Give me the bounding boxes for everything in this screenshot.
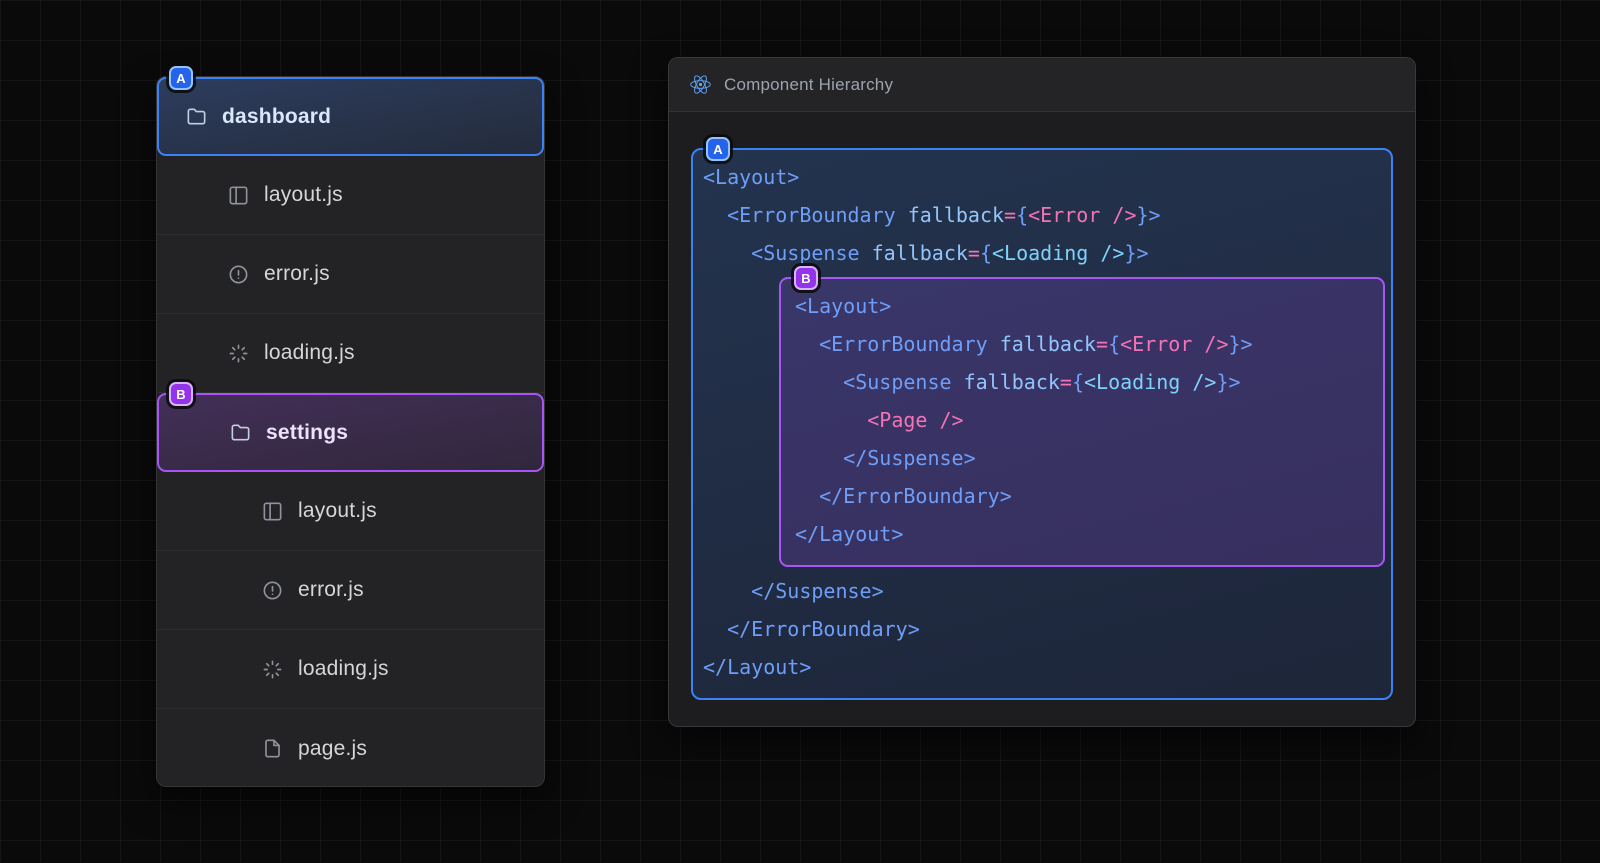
- file-row-error-js: error.js: [157, 235, 544, 314]
- component-hierarchy-panel: Component Hierarchy A <Layout> <ErrorBou…: [668, 57, 1416, 727]
- file-row-layout-js: layout.js: [157, 156, 544, 235]
- layout-icon: [227, 184, 250, 207]
- file-row-page-js: page.js: [157, 709, 544, 788]
- folder-row-dashboard: A dashboard: [157, 77, 544, 156]
- file-row-loading-js: loading.js: [157, 630, 544, 709]
- folder-row-settings: B settings: [157, 393, 544, 472]
- panel-body: A <Layout> <ErrorBoundary fallback={<Err…: [669, 112, 1415, 726]
- file-row-error-js: error.js: [157, 551, 544, 630]
- file-label: error.js: [298, 578, 364, 602]
- file-label: layout.js: [298, 499, 377, 523]
- folder-icon: [185, 105, 208, 128]
- alert-circle-icon: [261, 579, 284, 602]
- file-icon: [261, 737, 284, 760]
- folder-label: dashboard: [222, 105, 331, 129]
- panel-header: Component Hierarchy: [669, 58, 1415, 112]
- code-outer-top: <Layout> <ErrorBoundary fallback={<Error…: [703, 158, 1385, 272]
- loader-icon: [227, 342, 250, 365]
- badge-b: B: [169, 382, 193, 406]
- code-highlight-box-b: B <Layout> <ErrorBoundary fallback={<Err…: [779, 277, 1385, 567]
- panel-title: Component Hierarchy: [724, 75, 893, 95]
- loader-icon: [261, 658, 284, 681]
- file-label: error.js: [264, 262, 330, 286]
- code-outer-bottom: </Suspense> </ErrorBoundary></Layout>: [703, 572, 1385, 686]
- file-row-layout-js: layout.js: [157, 472, 544, 551]
- file-tree: A dashboard layout.js error.js loading.j…: [156, 76, 545, 787]
- alert-circle-icon: [227, 263, 250, 286]
- react-logo-icon: [689, 73, 712, 96]
- badge-a: A: [169, 66, 193, 90]
- badge-a: A: [706, 137, 730, 161]
- file-label: loading.js: [264, 341, 355, 365]
- folder-icon: [229, 421, 252, 444]
- file-row-loading-js: loading.js: [157, 314, 544, 393]
- badge-b: B: [794, 266, 818, 290]
- code-highlight-box-a: A <Layout> <ErrorBoundary fallback={<Err…: [691, 148, 1393, 700]
- file-label: page.js: [298, 737, 367, 761]
- folder-label: settings: [266, 421, 348, 445]
- diagram-canvas: A dashboard layout.js error.js loading.j…: [0, 0, 1600, 863]
- file-label: layout.js: [264, 183, 343, 207]
- code-inner: <Layout> <ErrorBoundary fallback={<Error…: [795, 287, 1373, 553]
- file-label: loading.js: [298, 657, 389, 681]
- layout-icon: [261, 500, 284, 523]
